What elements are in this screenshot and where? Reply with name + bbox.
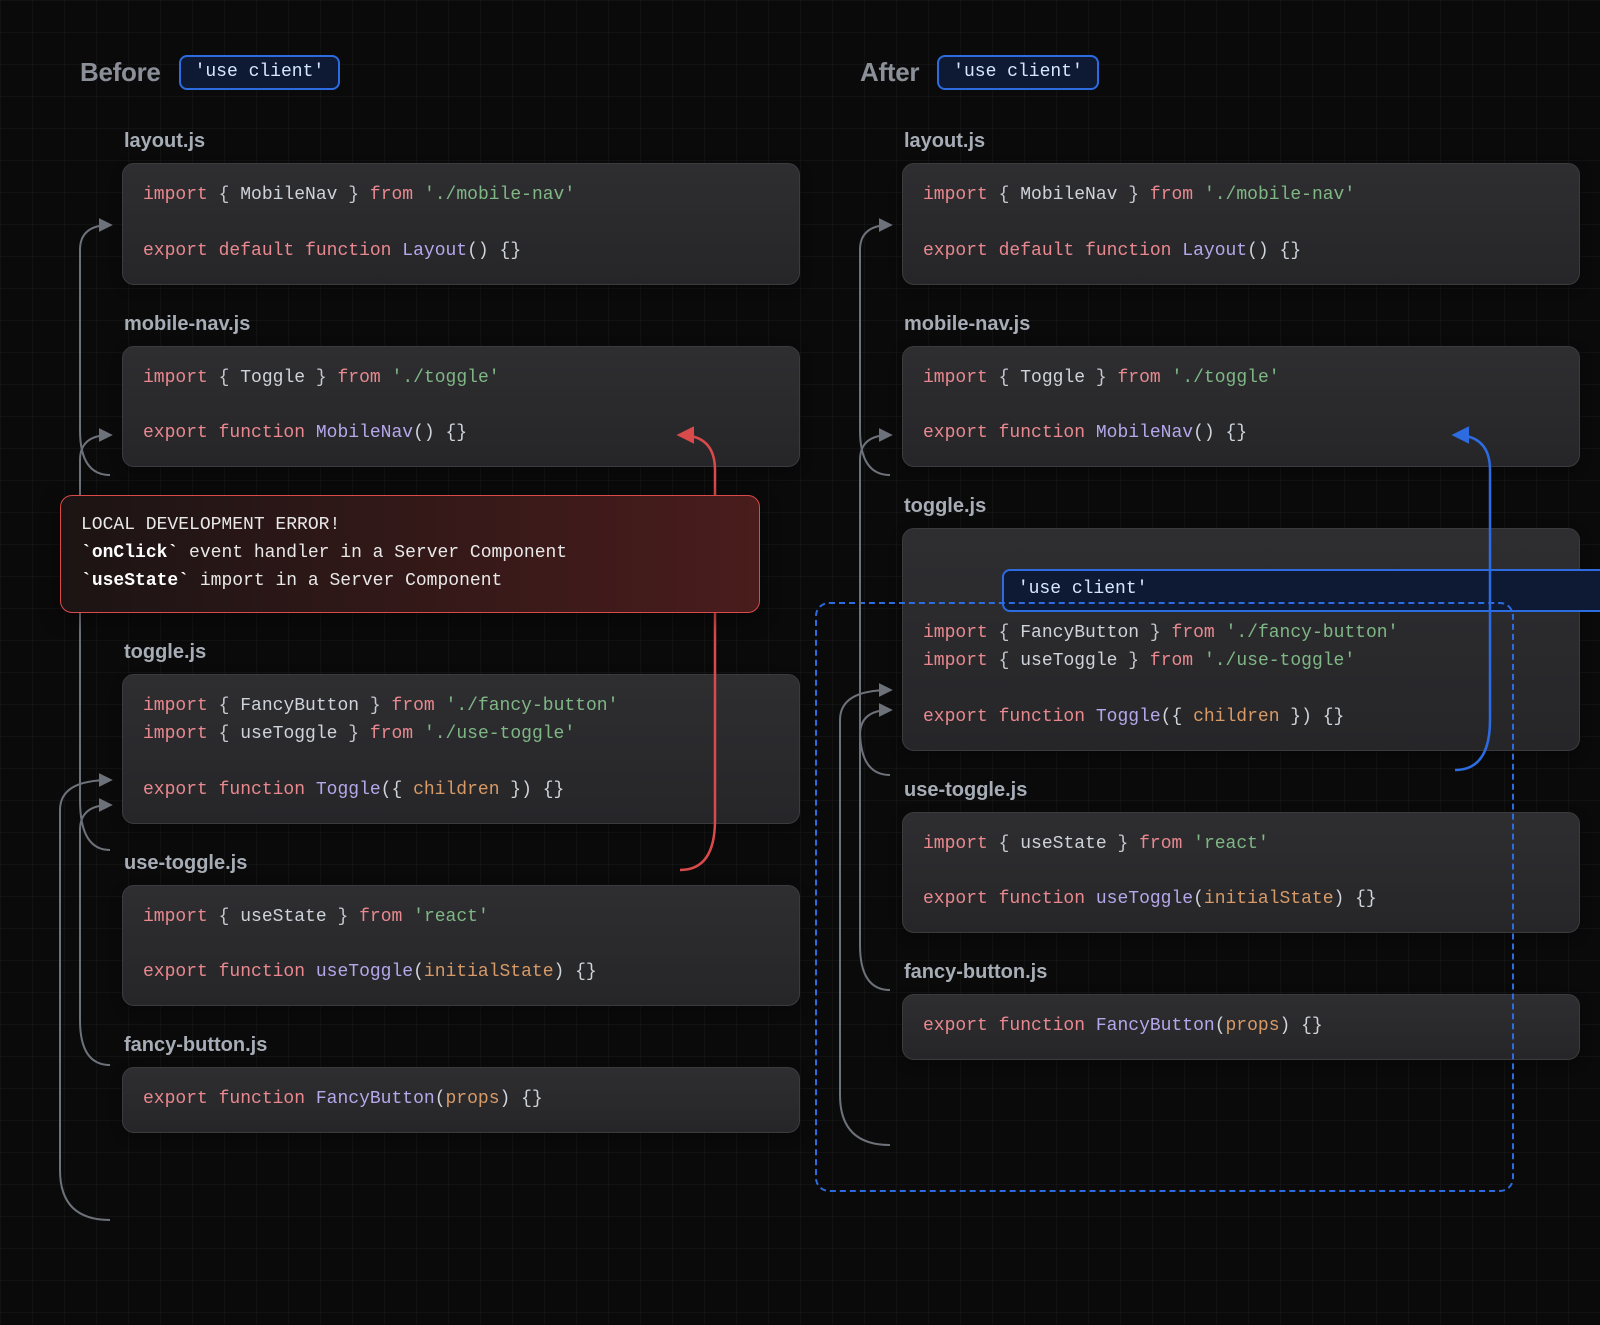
code-card: import { MobileNav } from './mobile-nav'… xyxy=(122,163,800,285)
file-layout: layout.js import { MobileNav } from './m… xyxy=(902,130,1580,285)
before-column: Before 'use client' layout.js import { M… xyxy=(80,55,800,1161)
after-header: After 'use client' xyxy=(860,55,1580,90)
file-toggle: toggle.js import { FancyButton } from '.… xyxy=(122,641,800,824)
code-card: export function FancyButton(props) {} xyxy=(122,1067,800,1133)
code-card: import { MobileNav } from './mobile-nav'… xyxy=(902,163,1580,285)
code-card: import { FancyButton } from './fancy-but… xyxy=(122,674,800,824)
before-label: Before xyxy=(80,57,161,88)
file-fancybutton: fancy-button.js export function FancyBut… xyxy=(122,1034,800,1133)
file-mobilenav: mobile-nav.js import { Toggle } from './… xyxy=(902,313,1580,468)
code-card: import { Toggle } from './toggle' export… xyxy=(122,346,800,468)
file-mobilenav: mobile-nav.js import { Toggle } from './… xyxy=(122,313,800,468)
use-client-directive: 'use client' xyxy=(1002,569,1600,612)
file-usetoggle: use-toggle.js import { useState } from '… xyxy=(902,779,1580,934)
code-card: import { useState } from 'react' export … xyxy=(902,812,1580,934)
file-usetoggle: use-toggle.js import { useState } from '… xyxy=(122,852,800,1007)
filename: mobile-nav.js xyxy=(124,313,800,336)
file-layout: layout.js import { MobileNav } from './m… xyxy=(122,130,800,285)
after-column: After 'use client' layout.js import { Mo… xyxy=(860,55,1580,1088)
error-line-2: `useState` import in a Server Component xyxy=(81,568,739,596)
filename: toggle.js xyxy=(124,641,800,664)
filename: layout.js xyxy=(124,130,800,153)
filename: use-toggle.js xyxy=(124,852,800,875)
use-client-badge: 'use client' xyxy=(179,55,341,90)
filename: fancy-button.js xyxy=(904,961,1580,984)
file-fancybutton: fancy-button.js export function FancyBut… xyxy=(902,961,1580,1060)
error-line-1: `onClick` event handler in a Server Comp… xyxy=(81,540,739,568)
code-card: import { useState } from 'react' export … xyxy=(122,885,800,1007)
filename: mobile-nav.js xyxy=(904,313,1580,336)
code-card: import { Toggle } from './toggle' export… xyxy=(902,346,1580,468)
file-toggle: toggle.js 'use client' import { FancyBut… xyxy=(902,495,1580,750)
filename: layout.js xyxy=(904,130,1580,153)
filename: use-toggle.js xyxy=(904,779,1580,802)
code-card: 'use client' import { FancyButton } from… xyxy=(902,528,1580,750)
error-title: LOCAL DEVELOPMENT ERROR! xyxy=(81,512,739,540)
use-client-badge: 'use client' xyxy=(937,55,1099,90)
code-card: export function FancyButton(props) {} xyxy=(902,994,1580,1060)
before-header: Before 'use client' xyxy=(80,55,800,90)
after-label: After xyxy=(860,57,919,88)
error-card: LOCAL DEVELOPMENT ERROR! `onClick` event… xyxy=(60,495,760,613)
filename: fancy-button.js xyxy=(124,1034,800,1057)
filename: toggle.js xyxy=(904,495,1580,518)
